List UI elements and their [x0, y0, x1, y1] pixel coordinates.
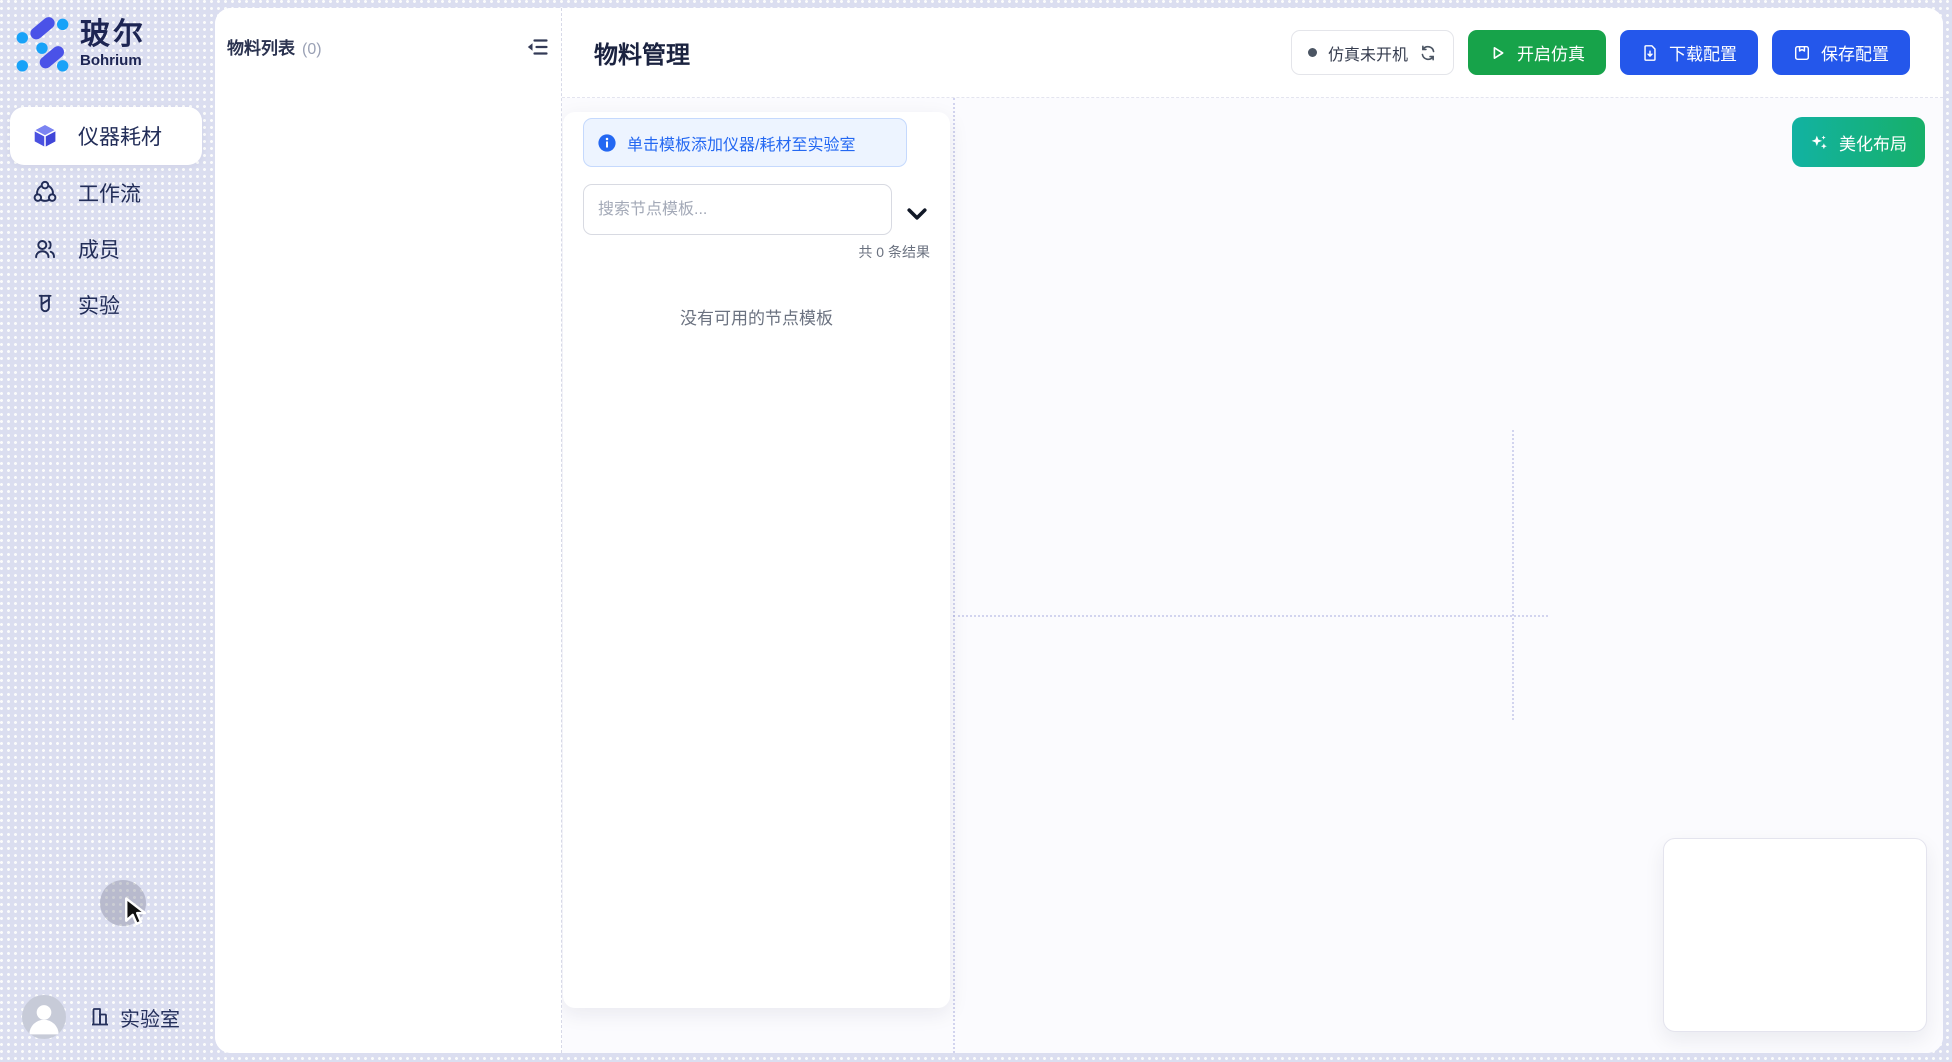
page-header: 物料管理 仿真未开机 开启仿真: [562, 8, 1943, 98]
sidebar-nav: 仪器耗材 工作流 成员: [10, 107, 202, 333]
brand-name: 玻尔: [80, 18, 146, 52]
beautify-layout-button[interactable]: 美化布局: [1792, 117, 1925, 167]
members-icon: [32, 236, 58, 262]
sidebar-item-workflow[interactable]: 工作流: [10, 165, 202, 221]
refresh-icon[interactable]: [1419, 44, 1437, 62]
header-actions: 仿真未开机 开启仿真 下载配置: [1291, 30, 1910, 75]
sidebar-item-experiment[interactable]: 实验: [10, 277, 202, 333]
sidebar-item-label: 工作流: [78, 178, 141, 208]
person-icon: [22, 995, 66, 1039]
chevron-down-icon[interactable]: [904, 201, 930, 227]
materials-list-header: 物料列表 (0): [227, 34, 549, 59]
canvas-guide-vertical: [953, 98, 955, 1053]
download-config-label: 下载配置: [1669, 40, 1737, 65]
materials-list-panel: 物料列表 (0): [215, 8, 561, 1053]
template-hint-text: 单击模板添加仪器/耗材至实验室: [627, 131, 855, 155]
lab-label: 实验室: [120, 1003, 180, 1032]
info-icon: [597, 133, 617, 153]
minimap-panel[interactable]: [1663, 838, 1927, 1032]
empty-state-text: 没有可用的节点模板: [563, 304, 950, 329]
sidebar-item-label: 仪器耗材: [78, 121, 162, 151]
save-icon: [1793, 44, 1811, 62]
brand-logo: 玻尔 Bohrium: [16, 14, 146, 72]
brand-subtitle: Bohrium: [80, 52, 146, 69]
mouse-cursor-icon: [124, 897, 151, 927]
bohrium-logo-icon: [16, 14, 70, 72]
workflow-icon: [32, 180, 58, 206]
canvas-guide-horizontal: [953, 615, 1548, 617]
materials-list-title: 物料列表: [227, 34, 295, 59]
collapse-panel-icon[interactable]: [525, 35, 549, 59]
results-count: 共 0 条结果: [858, 242, 930, 262]
template-hint-banner: 单击模板添加仪器/耗材至实验室: [583, 118, 907, 167]
main-window: 物料列表 (0) 物料管理 仿真未开机: [215, 8, 1943, 1053]
start-simulation-button[interactable]: 开启仿真: [1468, 30, 1606, 75]
play-icon: [1489, 44, 1507, 62]
file-download-icon: [1641, 44, 1659, 62]
page-title: 物料管理: [594, 35, 690, 70]
sidebar-item-members[interactable]: 成员: [10, 221, 202, 277]
sparkles-icon: [1810, 133, 1829, 152]
user-avatar[interactable]: [22, 995, 66, 1039]
save-config-button[interactable]: 保存配置: [1772, 30, 1910, 75]
node-template-panel: 单击模板添加仪器/耗材至实验室 共 0 条结果 没有可用的节点模板: [563, 112, 950, 1008]
beautify-layout-label: 美化布局: [1839, 130, 1907, 155]
simulation-status-pill[interactable]: 仿真未开机: [1291, 30, 1454, 75]
building-icon: [88, 1005, 112, 1029]
sidebar-item-instruments[interactable]: 仪器耗材: [10, 107, 202, 165]
layout-canvas[interactable]: 单击模板添加仪器/耗材至实验室 共 0 条结果 没有可用的节点模板 美化布局: [562, 98, 1943, 1053]
materials-list-count: (0): [302, 41, 322, 59]
sidebar-item-label: 成员: [78, 234, 120, 264]
status-dot-icon: [1308, 48, 1317, 57]
experiment-icon: [32, 292, 58, 318]
canvas-guide-vertical: [1512, 430, 1514, 720]
start-simulation-label: 开启仿真: [1517, 40, 1585, 65]
simulation-status-label: 仿真未开机: [1328, 41, 1408, 65]
sidebar-item-label: 实验: [78, 290, 120, 320]
save-config-label: 保存配置: [1821, 40, 1889, 65]
template-search-input[interactable]: [583, 184, 892, 235]
cube-icon: [32, 123, 58, 149]
lab-switcher[interactable]: 实验室: [88, 1003, 180, 1032]
sidebar-footer: 实验室: [22, 995, 180, 1039]
download-config-button[interactable]: 下载配置: [1620, 30, 1758, 75]
